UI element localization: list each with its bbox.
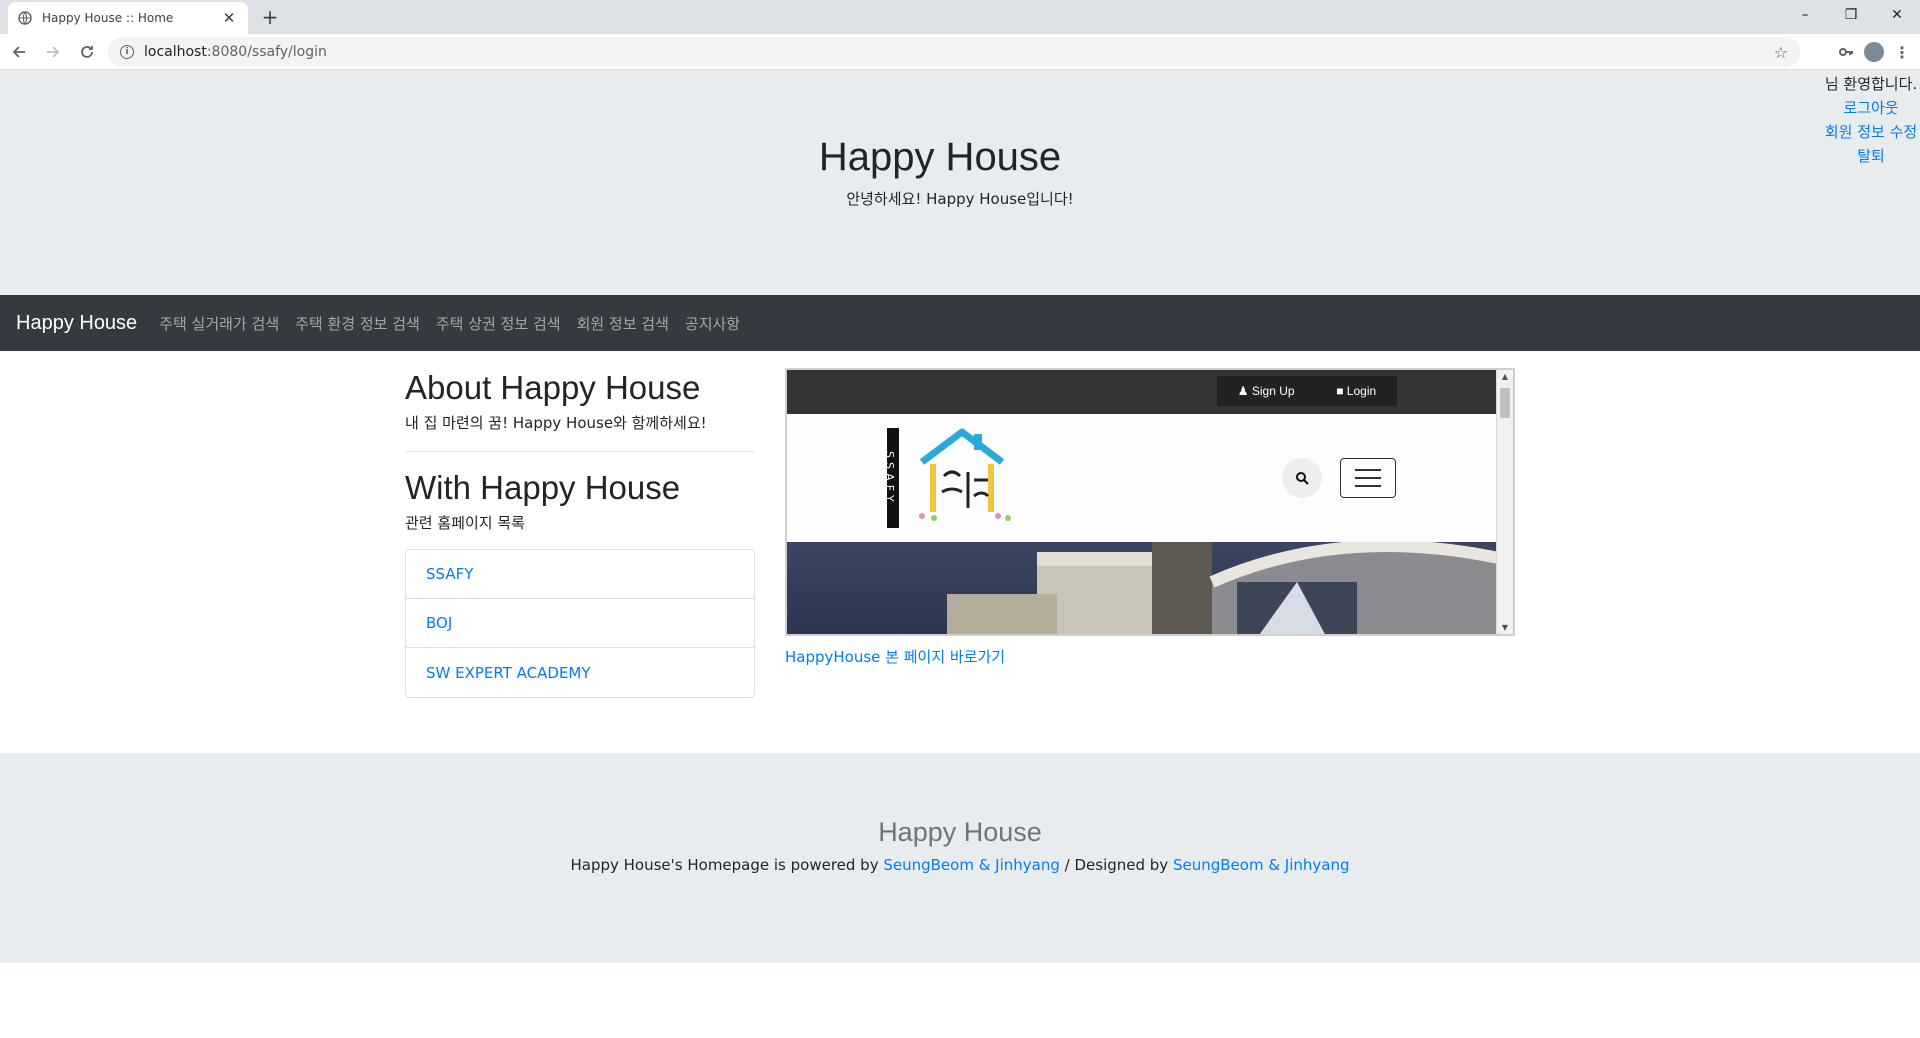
house-logo-icon — [919, 428, 1011, 521]
ssafy-link[interactable]: SSAFY — [426, 565, 473, 583]
page: Happy House 안녕하세요! Happy House입니다! 님 환영합… — [0, 70, 1920, 1038]
bookmark-star-icon[interactable]: ☆ — [1774, 43, 1788, 62]
arrow-right-icon — [47, 45, 60, 58]
navbar-brand[interactable]: Happy House — [16, 312, 137, 335]
embed-sign-up-button[interactable]: ♟ Sign Up — [1238, 384, 1295, 398]
nav-link-price-search[interactable]: 주택 실거래가 검색 — [159, 313, 279, 334]
tab-close-icon[interactable]: ✕ — [220, 9, 238, 27]
left-column: About Happy House 내 집 마련의 꿈! Happy House… — [405, 368, 755, 698]
browser-tab[interactable]: Happy House :: Home ✕ — [8, 2, 248, 34]
welcome-text: 님 환영합니다. — [1824, 75, 1918, 93]
footer-text-before: Happy House's Homepage is powered by — [570, 856, 884, 874]
tab-title: Happy House :: Home — [42, 11, 174, 25]
footer-text-middle: / Designed by — [1059, 856, 1173, 874]
with-subtitle: 관련 홈페이지 목록 — [405, 514, 525, 532]
with-title: With Happy House — [405, 469, 681, 506]
scroll-down-icon[interactable]: ▼ — [1497, 623, 1513, 632]
embed-scrollbar[interactable]: ▲ ▼ — [1496, 370, 1513, 634]
happyhouse-shortcut-link[interactable]: HappyHouse 본 페이지 바로가기 — [785, 646, 1515, 667]
related-links-list: SSAFY BOJ SW EXPERT ACADEMY — [405, 549, 755, 698]
right-column: ♟ Sign Up ■ Login SSAFY ▲ ▼ HappyHouse 본… — [785, 368, 1515, 667]
page-footer: Happy House Happy House's Homepage is po… — [0, 753, 1920, 963]
list-item: SSAFY — [406, 550, 754, 599]
boj-link[interactable]: BOJ — [426, 614, 452, 632]
url-path: :8080/ssafy/login — [206, 44, 327, 60]
about-subtitle: 내 집 마련의 꿈! Happy House와 함께하세요! — [405, 414, 707, 432]
divider — [405, 451, 755, 452]
withdraw-link[interactable]: 탈퇴 — [1816, 144, 1920, 168]
logout-link[interactable]: 로그아웃 — [1816, 96, 1920, 120]
url-text: localhost:8080/ssafy/login — [144, 44, 327, 60]
browser-toolbar: i localhost:8080/ssafy/login ☆ ⋮ — [0, 34, 1920, 70]
main-navbar: Happy House 주택 실거래가 검색 주택 환경 정보 검색 주택 상권… — [0, 295, 1920, 351]
embed-search-icon[interactable] — [1282, 458, 1322, 498]
list-item: SW EXPERT ACADEMY — [406, 648, 754, 697]
header-jumbotron: Happy House 안녕하세요! Happy House입니다! 님 환영합… — [0, 70, 1920, 295]
embed-topbar: ♟ Sign Up ■ Login — [787, 370, 1513, 414]
nav-link-member-search[interactable]: 회원 정보 검색 — [577, 313, 669, 334]
embed-logo-bar: SSAFY — [883, 428, 899, 528]
arrow-left-icon — [12, 45, 25, 58]
embed-auth-box: ♟ Sign Up ■ Login — [1217, 376, 1397, 406]
new-tab-button[interactable]: + — [258, 5, 282, 29]
url-host: localhost — [144, 44, 207, 60]
sign-up-label: Sign Up — [1251, 384, 1295, 398]
nav-link-commercial-search[interactable]: 주택 상권 정보 검색 — [436, 313, 561, 334]
key-icon[interactable] — [1838, 44, 1854, 60]
scroll-thumb[interactable] — [1500, 388, 1510, 418]
embedded-page-frame[interactable]: ♟ Sign Up ■ Login SSAFY ▲ ▼ — [785, 368, 1515, 636]
browser-tabstrip: Happy House :: Home ✕ + – ❐ ✕ — [0, 0, 1920, 34]
embed-hamburger-menu-icon[interactable] — [1340, 458, 1396, 498]
embed-hero-image — [787, 542, 1513, 634]
close-window-button[interactable]: ✕ — [1874, 0, 1920, 30]
embed-login-button[interactable]: ■ Login — [1336, 384, 1376, 398]
main-content: About Happy House 내 집 마련의 꿈! Happy House… — [0, 351, 1920, 753]
about-title: About Happy House — [405, 369, 701, 406]
login-label: Login — [1346, 384, 1377, 398]
nav-link-environment-search[interactable]: 주택 환경 정보 검색 — [295, 313, 420, 334]
footer-title: Happy House — [878, 817, 1042, 847]
lock-icon: ■ — [1336, 384, 1347, 398]
forward-button[interactable] — [38, 37, 68, 67]
info-icon[interactable]: i — [120, 45, 134, 59]
profile-avatar[interactable] — [1864, 42, 1884, 62]
nav-link-notice[interactable]: 공지사항 — [685, 313, 740, 334]
restore-button[interactable]: ❐ — [1828, 0, 1874, 30]
search-icon — [1296, 472, 1309, 485]
reload-button[interactable] — [72, 37, 102, 67]
sw-expert-academy-link[interactable]: SW EXPERT ACADEMY — [426, 664, 591, 682]
building-image — [947, 542, 1513, 634]
edit-profile-link[interactable]: 회원 정보 수정 — [1816, 120, 1920, 144]
embed-header: SSAFY — [787, 414, 1513, 542]
footer-designer-link[interactable]: SeungBeom & Jinhyang — [1173, 856, 1350, 874]
toolbar-right: ⋮ — [1838, 37, 1910, 67]
address-bar[interactable]: i localhost:8080/ssafy/login ☆ — [108, 37, 1800, 67]
footer-author-link[interactable]: SeungBeom & Jinhyang — [883, 856, 1060, 874]
scroll-up-icon[interactable]: ▲ — [1497, 372, 1513, 381]
page-title: Happy House — [818, 135, 1062, 179]
list-item: BOJ — [406, 599, 754, 648]
window-controls: – ❐ ✕ — [1782, 0, 1920, 30]
reload-icon — [81, 45, 93, 58]
page-subtitle: 안녕하세요! Happy House입니다! — [846, 190, 1074, 208]
user-menu: 님 환영합니다. 로그아웃 회원 정보 수정 탈퇴 — [1816, 72, 1920, 168]
globe-icon — [18, 11, 32, 25]
menu-icon[interactable]: ⋮ — [1894, 43, 1910, 62]
minimize-button[interactable]: – — [1782, 0, 1828, 30]
user-icon: ♟ — [1237, 384, 1252, 398]
back-button[interactable] — [4, 37, 34, 67]
footer-credits: Happy House's Homepage is powered by Seu… — [0, 856, 1920, 874]
